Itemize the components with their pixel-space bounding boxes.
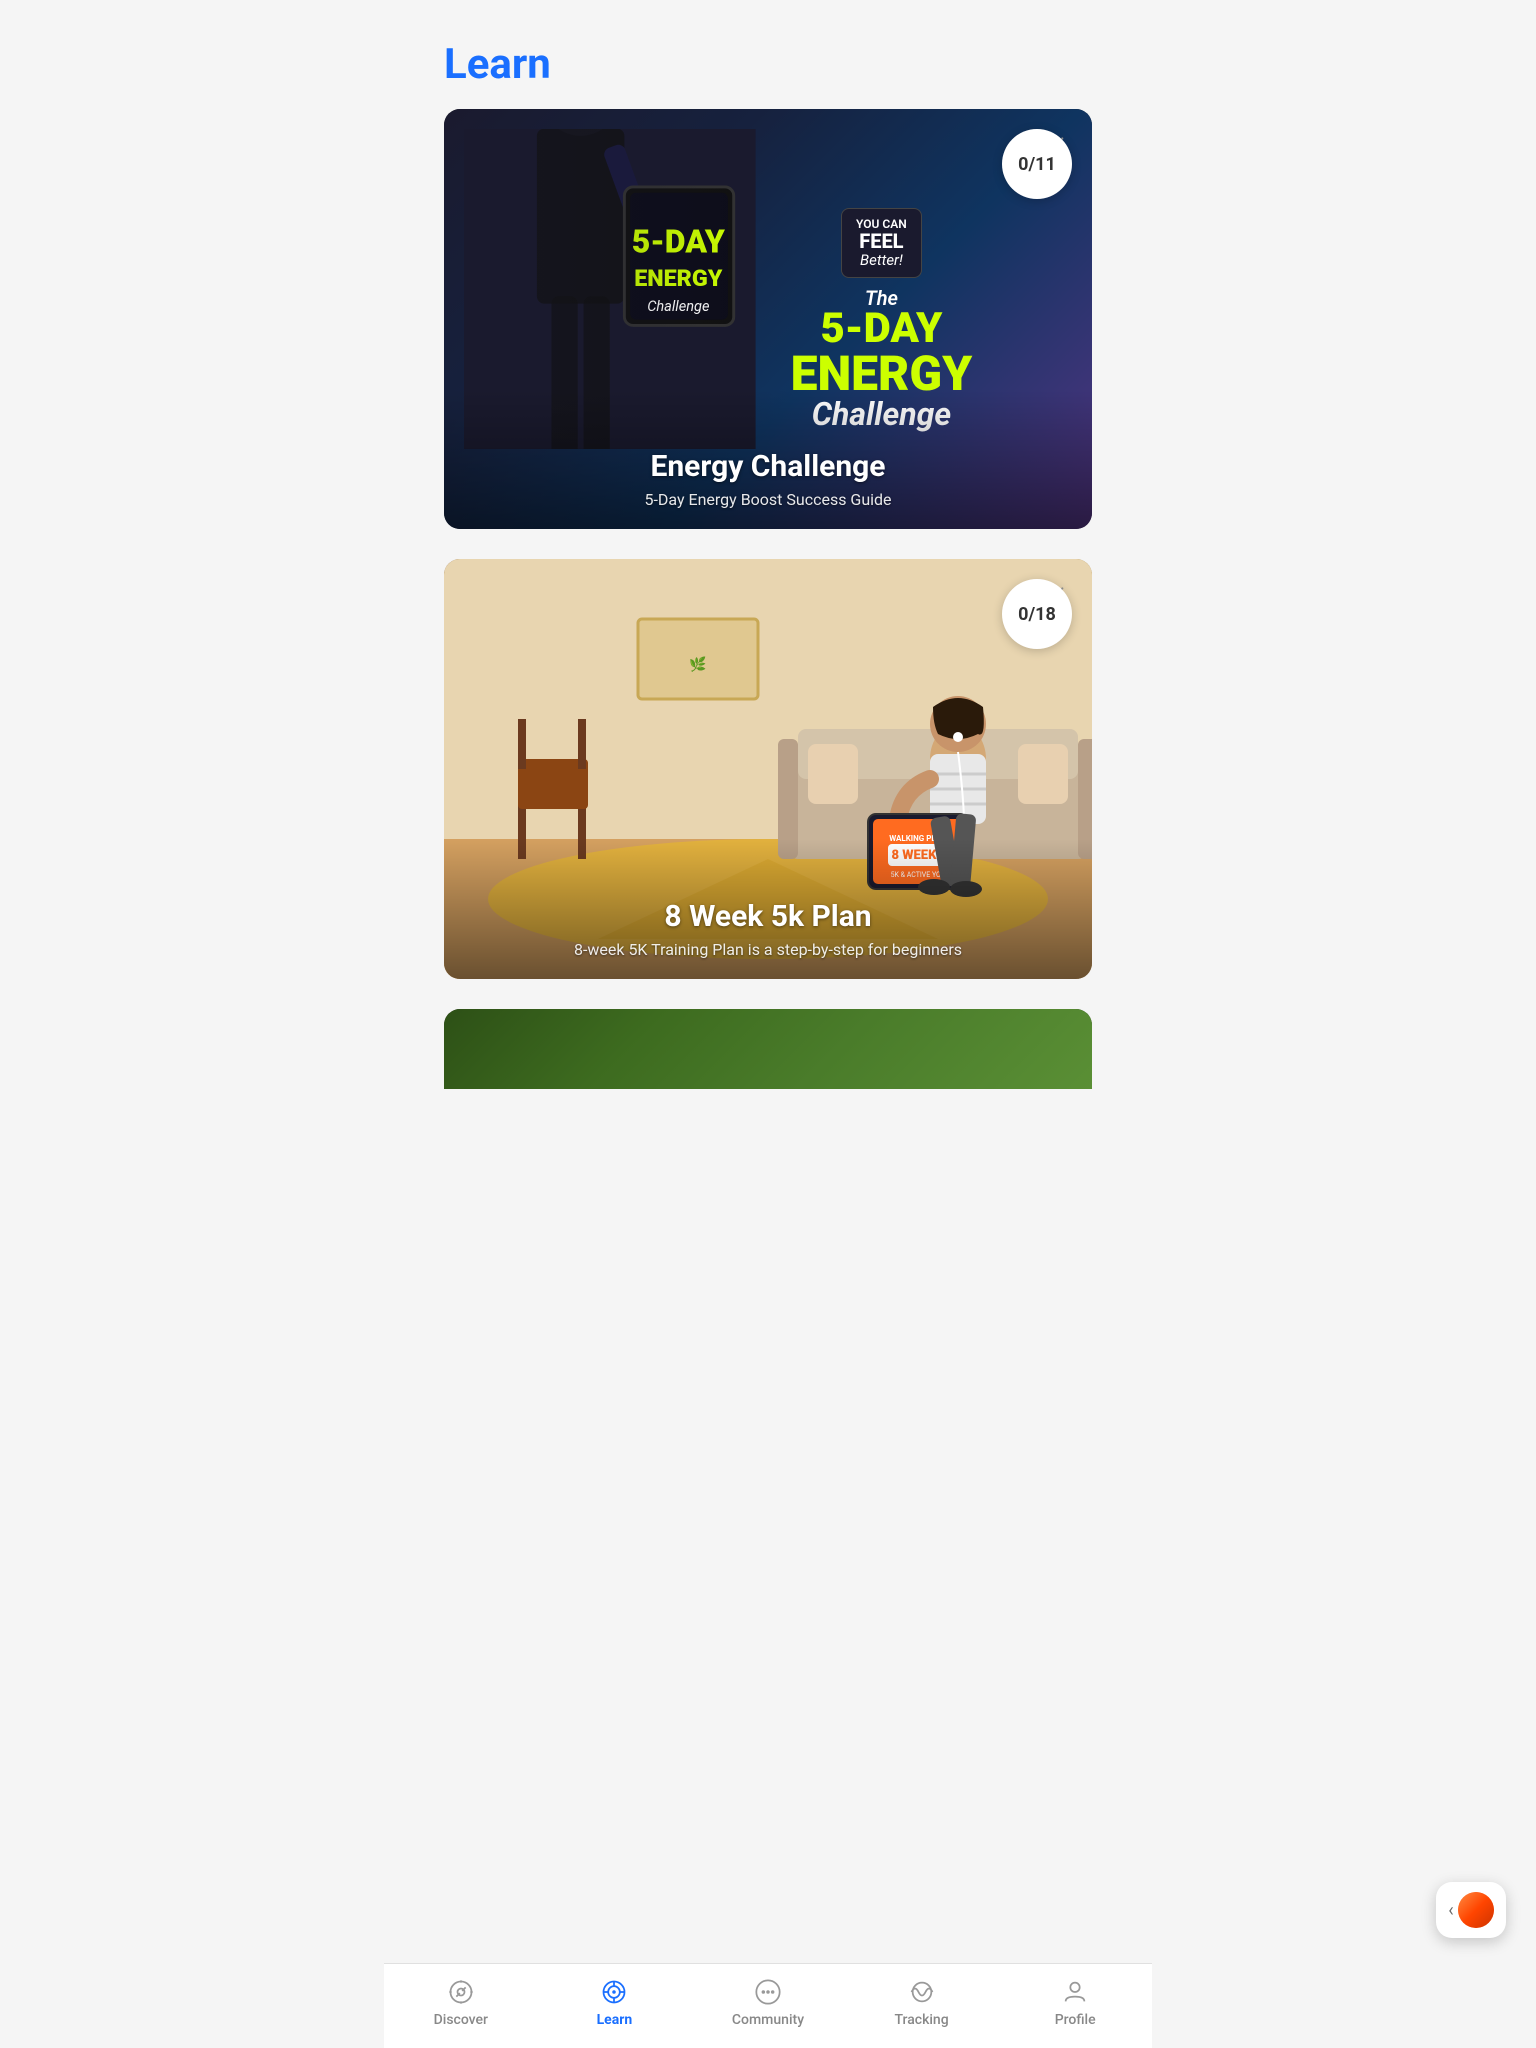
course-subtitle-walking: 8-week 5K Training Plan is a step-by-ste… bbox=[464, 940, 1072, 959]
tracking-icon bbox=[906, 1976, 938, 2008]
nav-label-tracking: Tracking bbox=[894, 2012, 948, 2028]
community-icon bbox=[752, 1976, 784, 2008]
avatar-image bbox=[1458, 1892, 1494, 1928]
course-title-walking: 8 Week 5k Plan bbox=[464, 899, 1072, 934]
course-info-energy: Energy Challenge 5-Day Energy Boost Succ… bbox=[444, 389, 1092, 529]
floating-chat-button[interactable]: ‹ bbox=[1436, 1882, 1506, 1938]
nav-item-discover[interactable]: Discover bbox=[384, 1976, 538, 2028]
course-card-energy[interactable]: 5-DAY ENERGY Challenge YOU CAN FEEL Bett… bbox=[444, 109, 1092, 529]
nav-item-profile[interactable]: Profile bbox=[998, 1976, 1152, 2028]
course-card-walking[interactable]: 🌿 WALKING PLAN bbox=[444, 559, 1092, 979]
progress-badge-walking: 0/18 bbox=[1002, 579, 1072, 649]
content-area: 5-DAY ENERGY Challenge YOU CAN FEEL Bett… bbox=[384, 109, 1152, 1209]
nav-item-community[interactable]: Community bbox=[691, 1976, 845, 2028]
progress-text-energy: 0/11 bbox=[1018, 154, 1056, 175]
nav-label-discover: Discover bbox=[434, 2012, 488, 2028]
nav-item-learn[interactable]: Learn bbox=[538, 1976, 692, 2028]
nav-label-learn: Learn bbox=[597, 2012, 633, 2028]
learn-icon bbox=[598, 1976, 630, 2008]
profile-icon bbox=[1059, 1976, 1091, 2008]
nav-item-tracking[interactable]: Tracking bbox=[845, 1976, 999, 2028]
course-card-partial[interactable] bbox=[444, 1009, 1092, 1089]
chevron-left-icon: ‹ bbox=[1448, 1900, 1453, 1921]
discover-icon bbox=[445, 1976, 477, 2008]
progress-badge-energy: 0/11 bbox=[1002, 129, 1072, 199]
course-title-energy: Energy Challenge bbox=[464, 449, 1072, 484]
course-info-walking: 8 Week 5k Plan 8-week 5K Training Plan i… bbox=[444, 839, 1092, 979]
svg-text:🌿: 🌿 bbox=[689, 656, 706, 673]
partial-card-bg bbox=[444, 1009, 1092, 1089]
nav-label-profile: Profile bbox=[1055, 2012, 1096, 2028]
bottom-nav: Discover Learn Community bbox=[384, 1963, 1152, 2048]
page-title: Learn bbox=[384, 0, 1152, 109]
course-subtitle-energy: 5-Day Energy Boost Success Guide bbox=[464, 490, 1072, 509]
nav-label-community: Community bbox=[732, 2012, 804, 2028]
progress-text-walking: 0/18 bbox=[1018, 604, 1056, 625]
avatar bbox=[1458, 1892, 1494, 1928]
